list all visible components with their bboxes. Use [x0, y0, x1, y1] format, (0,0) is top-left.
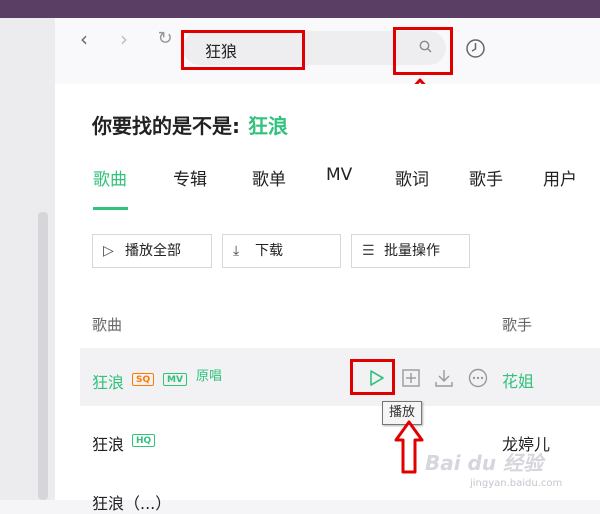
play-all-label: 播放全部 [125, 243, 181, 259]
history-icon[interactable] [465, 38, 486, 59]
download-label: 下载 [255, 243, 283, 259]
play-icon: ▷ [103, 243, 114, 259]
batch-operation-button[interactable]: ☰ 批量操作 [351, 234, 470, 268]
artist-name[interactable]: 花姐 [502, 368, 534, 392]
column-header-artist: 歌手 [502, 316, 533, 334]
tab-users[interactable]: 用户 [543, 165, 577, 190]
watermark: Bai du 经验 [425, 451, 544, 475]
song-title[interactable]: 狂浪（...） [92, 490, 171, 514]
more-icon[interactable] [468, 368, 488, 388]
annotation-box-search-icon [393, 27, 453, 75]
sq-badge: SQ [132, 373, 155, 386]
download-icon: ⤓ [233, 243, 240, 259]
tab-albums[interactable]: 专辑 [173, 165, 207, 190]
result-tabs: 歌曲 专辑 歌单 MV 歌词 歌手 用户 [0, 165, 600, 195]
list-check-icon: ☰ [362, 243, 375, 259]
active-tab-indicator [93, 207, 128, 210]
song-title[interactable]: 狂浪 [92, 369, 124, 393]
tab-artists[interactable]: 歌手 [469, 165, 503, 190]
annotation-box-search-text [181, 30, 305, 70]
watermark-url: jingyan.baidu.com [470, 478, 563, 489]
tab-songs[interactable]: 歌曲 [93, 165, 127, 190]
annotation-box-play [350, 359, 395, 395]
tab-lyrics[interactable]: 歌词 [395, 165, 429, 190]
batch-operation-label: 批量操作 [384, 243, 440, 259]
play-all-button[interactable]: ▷ 播放全部 [92, 234, 212, 268]
did-you-mean-keyword[interactable]: 狂浪 [248, 114, 288, 138]
sidebar-scrollbar[interactable] [38, 212, 48, 500]
refresh-icon[interactable]: ↻ [155, 29, 175, 49]
mv-badge[interactable]: MV [163, 373, 187, 386]
add-icon[interactable] [401, 368, 421, 388]
back-arrow-icon[interactable]: ‹ [74, 29, 94, 49]
download-icon[interactable] [434, 368, 454, 388]
did-you-mean-prefix: 你要找的是不是: [92, 114, 240, 138]
hq-badge: HQ [132, 434, 156, 447]
did-you-mean: 你要找的是不是: 狂浪 [92, 110, 288, 139]
original-badge: 原唱 [196, 369, 223, 384]
window-title-bar [0, 0, 600, 18]
tab-mv[interactable]: MV [326, 165, 352, 185]
forward-arrow-icon[interactable]: › [114, 29, 134, 49]
tab-playlists[interactable]: 歌单 [252, 165, 286, 190]
song-title[interactable]: 狂浪 [92, 431, 124, 455]
column-header-song: 歌曲 [92, 316, 123, 334]
annotation-arrow-up [394, 420, 424, 474]
download-button[interactable]: ⤓ 下载 [222, 234, 341, 268]
